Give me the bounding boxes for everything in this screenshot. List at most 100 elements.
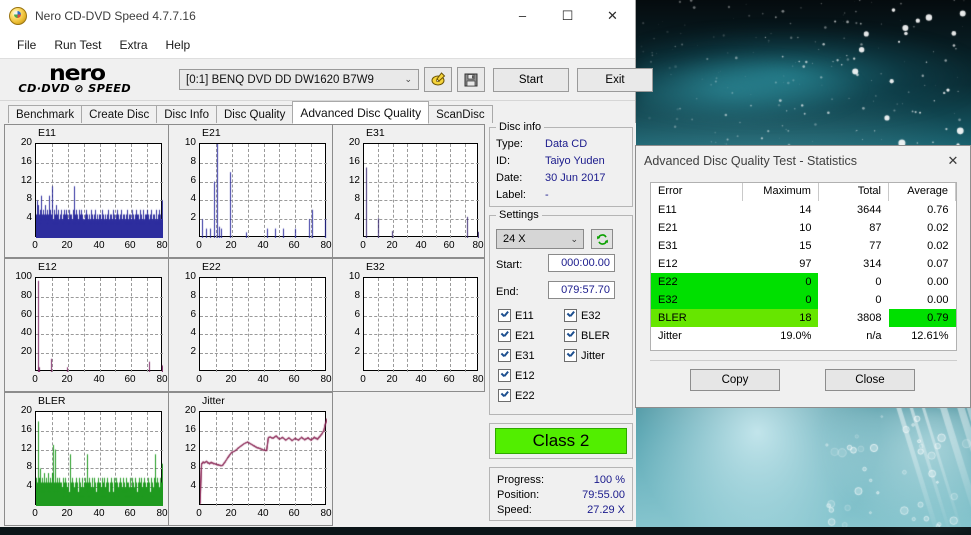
table-row[interactable]: E11 14 3644 0.76 xyxy=(651,201,956,219)
checkbox-e22[interactable]: E22 xyxy=(498,389,535,402)
checkbox-e11[interactable]: E11 xyxy=(498,309,534,322)
statistics-title: Advanced Disc Quality Test - Statistics xyxy=(644,153,858,168)
menu-run-test[interactable]: Run Test xyxy=(45,35,110,55)
y-tick-label: 8 xyxy=(26,461,32,472)
app-icon xyxy=(9,6,27,25)
graph-title: E32 xyxy=(366,261,385,273)
checkbox-e12[interactable]: E12 xyxy=(498,369,535,382)
table-row[interactable]: E22 0 0 0.00 xyxy=(651,273,956,291)
x-tick-label: 0 xyxy=(32,508,38,519)
col-average: Average xyxy=(888,183,956,201)
close-button[interactable]: Close xyxy=(825,369,915,391)
y-tick-label: 8 xyxy=(354,193,360,204)
checkbox-jitter[interactable]: Jitter xyxy=(564,349,605,362)
cell-error: E21 xyxy=(658,222,678,234)
menu-file[interactable]: File xyxy=(8,35,45,55)
graph-e12: E12 20 40 60 80 100 0 20 40 60 80 xyxy=(4,258,169,392)
x-tick-label: 20 xyxy=(386,374,398,385)
series-e21 xyxy=(200,144,327,238)
table-row[interactable]: E31 15 77 0.02 xyxy=(651,237,956,255)
nebula-cloud xyxy=(635,28,971,123)
copy-button[interactable]: Copy xyxy=(690,369,780,391)
speed-select[interactable]: 24 X ⌄ xyxy=(496,229,584,249)
disc-label-value: - xyxy=(545,189,549,201)
statistics-dialog: Advanced Disc Quality Test - Statistics … xyxy=(635,145,971,408)
minimize-button[interactable]: – xyxy=(500,0,545,31)
position-value: 79:55.00 xyxy=(582,489,625,501)
graph-title: E31 xyxy=(366,127,385,139)
advanced-disc-quality-panel: E11 4 8 12 16 20 0 20 40 60 80 E21 2 4 6 8 10 0 20 40 60 80 E3… xyxy=(0,121,636,527)
cell-value: 97 xyxy=(799,258,812,270)
close-button[interactable]: ✕ xyxy=(590,0,635,31)
checkbox-e31[interactable]: E31 xyxy=(498,349,535,362)
table-row[interactable]: E12 97 314 0.07 xyxy=(651,255,956,273)
tab-advanced-disc-quality[interactable]: Advanced Disc Quality xyxy=(292,101,430,124)
tab-create-disc[interactable]: Create Disc xyxy=(81,105,158,124)
checkbox-box xyxy=(498,329,511,342)
x-tick-label: 0 xyxy=(32,374,38,385)
menu-extra[interactable]: Extra xyxy=(110,35,156,55)
light-glow xyxy=(820,405,971,535)
checkbox-e21[interactable]: E21 xyxy=(498,329,535,342)
checkbox-box xyxy=(498,389,511,402)
y-tick-label: 16 xyxy=(348,156,360,167)
table-row[interactable]: BLER 18 3808 0.79 xyxy=(651,309,956,327)
tab-benchmark[interactable]: Benchmark xyxy=(8,105,83,124)
y-tick-label: 4 xyxy=(190,193,196,204)
tab-scandisc[interactable]: ScanDisc xyxy=(428,105,493,124)
floppy-save-icon xyxy=(464,73,478,86)
y-tick-label: 4 xyxy=(26,480,32,491)
end-time-field[interactable]: 079:57.70 xyxy=(548,281,615,299)
x-tick-label: 0 xyxy=(196,508,202,519)
y-tick-label: 8 xyxy=(190,156,196,167)
x-tick-label: 60 xyxy=(288,240,300,251)
disc-id-value: Taiyo Yuden xyxy=(545,155,605,167)
graph-jitter: Jitter 4 8 12 16 20 0 20 40 60 80 xyxy=(168,392,333,526)
progress-value: 100 % xyxy=(593,474,625,486)
statistics-buttons: Copy Close xyxy=(650,360,957,396)
col-total: Total xyxy=(818,183,890,201)
close-icon[interactable]: ✕ xyxy=(936,146,970,175)
series-e22 xyxy=(200,278,327,372)
tab-disc-info[interactable]: Disc Info xyxy=(156,105,217,124)
tab-disc-quality[interactable]: Disc Quality xyxy=(216,105,294,124)
cell-value: 0.02 xyxy=(927,222,949,234)
settings-legend: Settings xyxy=(496,209,542,221)
refresh-button[interactable] xyxy=(591,229,613,249)
series-e11 xyxy=(36,144,163,238)
table-row[interactable]: Jitter 19.0% n/a 12.61% xyxy=(651,327,956,345)
disc-speed-icon-button[interactable] xyxy=(424,67,452,92)
cell-value: 314 xyxy=(863,258,882,270)
cell-value: 77 xyxy=(869,240,882,252)
checkbox-bler[interactable]: BLER xyxy=(564,329,610,342)
graph-e31: E31 4 8 12 16 20 0 20 40 60 80 xyxy=(332,124,485,258)
x-tick-label: 20 xyxy=(386,240,398,251)
y-tick-label: 12 xyxy=(20,175,32,186)
start-time-field[interactable]: 000:00.00 xyxy=(548,254,615,272)
y-tick-label: 10 xyxy=(184,137,196,148)
y-tick-label: 6 xyxy=(354,309,360,320)
y-tick-label: 12 xyxy=(184,443,196,454)
y-tick-label: 4 xyxy=(190,327,196,338)
drive-select-value: [0:1] BENQ DVD DD DW1620 B7W9 xyxy=(186,73,374,86)
cell-value: 0.00 xyxy=(927,276,949,288)
cell-value: 12.61% xyxy=(911,330,949,342)
exit-button[interactable]: Exit xyxy=(577,67,653,92)
y-tick-label: 12 xyxy=(20,443,32,454)
starfield xyxy=(635,0,971,150)
save-button[interactable] xyxy=(457,67,485,92)
maximize-button[interactable]: ☐ xyxy=(545,0,590,31)
start-button[interactable]: Start xyxy=(493,67,569,92)
start-time-label: Start: xyxy=(496,259,523,271)
checkbox-e32[interactable]: E32 xyxy=(564,309,601,322)
table-row[interactable]: E32 0 0 0.00 xyxy=(651,291,956,309)
nero-logo: nero CD·DVD ⊘ SPEED xyxy=(18,61,170,98)
table-row[interactable]: E21 10 87 0.02 xyxy=(651,219,956,237)
x-tick-label: 0 xyxy=(32,240,38,251)
checkbox-label: E11 xyxy=(515,309,534,322)
menu-help[interactable]: Help xyxy=(157,35,200,55)
x-tick-label: 40 xyxy=(93,374,105,385)
graph-e22: E22 2 4 6 8 10 0 20 40 60 80 xyxy=(168,258,333,392)
y-tick-label: 4 xyxy=(190,480,196,491)
drive-select[interactable]: [0:1] BENQ DVD DD DW1620 B7W9 ⌄ xyxy=(179,69,419,90)
